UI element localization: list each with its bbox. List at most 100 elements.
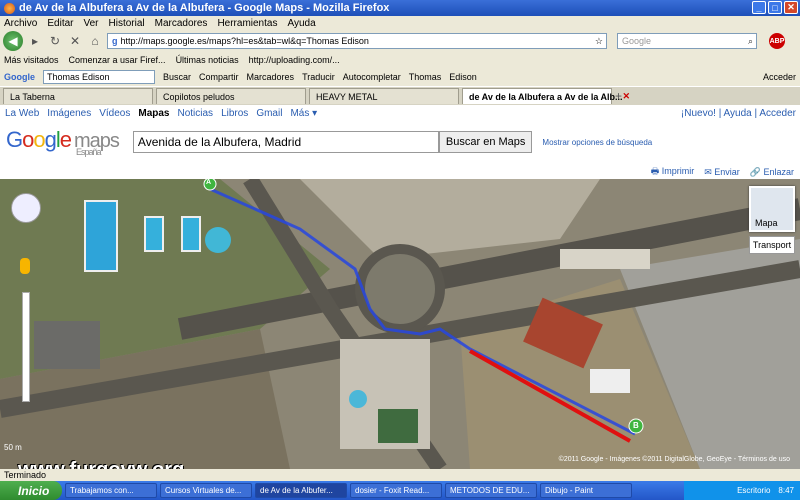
map-type-button[interactable]: Mapa (749, 186, 795, 232)
gbar-imagenes[interactable]: Imágenes (47, 108, 91, 119)
gbar-gmail[interactable]: Gmail (256, 108, 282, 119)
taskbar-item[interactable]: Dibujo - Paint (540, 483, 632, 498)
status-bar: Terminado (0, 469, 800, 481)
toolbar-traducir[interactable]: Traducir (302, 72, 335, 82)
taskbar-item[interactable]: dosier - Foxit Read... (350, 483, 442, 498)
language-bar[interactable]: Escritorio (737, 486, 770, 495)
menu-editar[interactable]: Editar (47, 18, 73, 29)
reload-icon[interactable]: ↻ (47, 33, 63, 49)
toolbar-acceder[interactable]: Acceder (763, 72, 800, 82)
send-link[interactable]: ✉ Enviar (704, 167, 740, 178)
gbar-right-links[interactable]: ¡Nuevo! | Ayuda | Acceder (681, 108, 800, 119)
search-input[interactable]: Google ⌕ (617, 33, 757, 49)
home-icon[interactable]: ⌂ (87, 33, 103, 49)
minimize-button[interactable]: _ (752, 1, 766, 14)
forward-button[interactable]: ▸ (27, 33, 43, 49)
bookmark-uploading[interactable]: http://uploading.com/... (249, 55, 340, 65)
toolbar-compartir[interactable]: Compartir (199, 72, 239, 82)
transport-layer-button[interactable]: Transport (749, 236, 795, 254)
bookmarks-bar: Más visitados Comenzar a usar Firef... Ú… (0, 52, 800, 68)
tab-la-taberna[interactable]: La Taberna (3, 88, 153, 104)
print-link[interactable]: 🖶 Imprimir (651, 165, 695, 179)
window-title: de Av de la Albufera a Av de la Albufera… (19, 2, 390, 14)
bookmark-star-icon[interactable]: ☆ (595, 36, 606, 47)
adblock-icon[interactable]: ABP (769, 33, 785, 49)
gbar-libros[interactable]: Libros (221, 108, 248, 119)
tab-strip: La Taberna Copilotos peludos HEAVY METAL… (0, 87, 800, 105)
firefox-icon (4, 2, 15, 14)
new-tab-button[interactable]: + (615, 89, 622, 103)
url-bar[interactable]: g http://maps.google.es/maps?hl=es&tab=w… (107, 33, 607, 49)
menu-archivo[interactable]: Archivo (4, 18, 37, 29)
clock[interactable]: 8:47 (778, 486, 794, 495)
google-toolbar-logo: Google (4, 72, 35, 82)
tab-label: HEAVY METAL (316, 91, 378, 102)
bookmark-ultimas-noticias[interactable]: Últimas noticias (176, 55, 239, 65)
marker-a[interactable]: A (206, 179, 211, 186)
gbar-web[interactable]: La Web (5, 108, 39, 119)
search-options-link[interactable]: Mostrar opciones de búsqueda (542, 138, 652, 147)
map-attribution[interactable]: ©2011 Google - Imágenes ©2011 DigitalGlo… (559, 456, 790, 463)
tab-label: Copilotos peludos (163, 91, 235, 102)
taskbar-item[interactable]: de Av de la Albufer... (255, 483, 347, 498)
send-label: Enviar (714, 166, 740, 177)
menu-ver[interactable]: Ver (83, 18, 98, 29)
pan-control[interactable] (11, 193, 41, 223)
search-maps-button[interactable]: Buscar en Maps (438, 131, 533, 153)
link-label: Enlazar (763, 166, 794, 177)
back-button[interactable]: ◀ (3, 31, 23, 51)
link-link[interactable]: 🔗 Enlazar (750, 167, 794, 178)
close-button[interactable]: ✕ (784, 1, 798, 14)
stop-icon[interactable]: ✕ (67, 33, 83, 49)
satellite-map[interactable]: A B (0, 179, 800, 469)
bookmark-comenzar[interactable]: Comenzar a usar Firef... (69, 55, 166, 65)
menu-bar: Archivo Editar Ver Historial Marcadores … (0, 16, 800, 30)
taskbar-item[interactable]: METODOS DE EDU... (445, 483, 537, 498)
magnifier-icon[interactable]: ⌕ (748, 36, 756, 47)
google-favicon: g (112, 36, 118, 46)
scale-bar: 50 m (4, 443, 22, 452)
menu-herramientas[interactable]: Herramientas (217, 18, 277, 29)
toolbar-marcadores[interactable]: Marcadores (247, 72, 295, 82)
google-bar: La Web Imágenes Vídeos Mapas Noticias Li… (0, 106, 800, 120)
start-button[interactable]: Inicio (0, 481, 62, 500)
gbar-mas[interactable]: Más ▾ (290, 108, 317, 119)
maximize-button[interactable]: □ (768, 1, 782, 14)
zoom-slider[interactable] (22, 292, 30, 402)
satellite-imagery (0, 179, 800, 469)
status-text: Terminado (4, 470, 47, 480)
pegman-icon[interactable] (20, 258, 30, 274)
bookmark-mas-visitados[interactable]: Más visitados (4, 55, 59, 65)
tab-heavy-metal[interactable]: HEAVY METAL (309, 88, 459, 104)
toolbar-buscar[interactable]: Buscar (163, 72, 191, 82)
toolbar-highlight-thomas[interactable]: Thomas (409, 72, 442, 82)
menu-ayuda[interactable]: Ayuda (287, 18, 315, 29)
navigation-bar: ◀ ▸ ↻ ✕ ⌂ g http://maps.google.es/maps?h… (0, 30, 800, 52)
tab-label: La Taberna (10, 91, 55, 102)
google-toolbar-query[interactable]: Thomas Edison (43, 70, 155, 84)
taskbar-item[interactable]: Trabajamos con... (65, 483, 157, 498)
search-placeholder: Google (622, 36, 652, 46)
maps-search-input[interactable]: Avenida de la Albufera, Madrid (132, 131, 439, 153)
google-maps-logo[interactable]: Google maps España (6, 127, 120, 157)
taskbar: Inicio Trabajamos con... Cursos Virtuale… (0, 481, 800, 500)
toolbar-autocompletar[interactable]: Autocompletar (343, 72, 401, 82)
close-tab-icon[interactable]: ✕ (623, 91, 631, 102)
map-type-label: Mapa (755, 218, 778, 228)
gbar-mapas: Mapas (138, 107, 170, 119)
maps-query-text: Avenida de la Albufera, Madrid (137, 135, 302, 149)
url-text: http://maps.google.es/maps?hl=es&tab=wl&… (120, 36, 369, 46)
maps-header: Google maps España Avenida de la Albufera… (0, 122, 800, 162)
menu-marcadores[interactable]: Marcadores (155, 18, 208, 29)
menu-historial[interactable]: Historial (109, 18, 145, 29)
system-tray: Escritorio 8:47 (684, 481, 800, 500)
toolbar-highlight-edison[interactable]: Edison (449, 72, 477, 82)
gbar-noticias[interactable]: Noticias (177, 108, 213, 119)
tab-google-maps[interactable]: de Av de la Albufera a Av de la Alb... ✕ (462, 88, 630, 104)
taskbar-item[interactable]: Cursos Virtuales de... (160, 483, 252, 498)
print-label: Imprimir (661, 166, 695, 176)
gbar-videos[interactable]: Vídeos (99, 108, 130, 119)
window-titlebar: de Av de la Albufera a Av de la Albufera… (0, 0, 800, 16)
marker-b[interactable]: B (633, 421, 639, 430)
tab-copilotos[interactable]: Copilotos peludos (156, 88, 306, 104)
